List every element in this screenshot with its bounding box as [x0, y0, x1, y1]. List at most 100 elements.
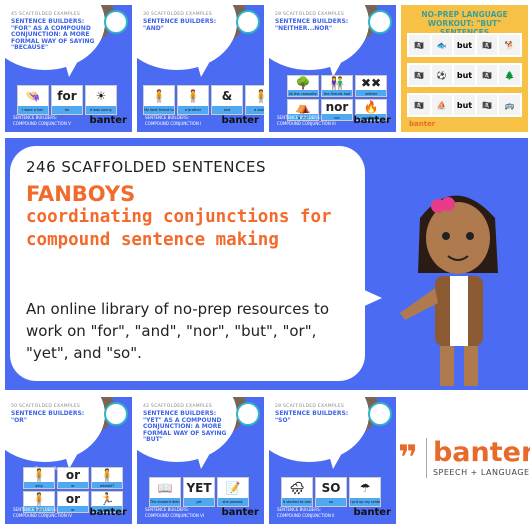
- product-tile[interactable]: 50 SCAFFOLDED EXAMPLES Sentence builders:…: [5, 397, 132, 524]
- product-tile[interactable]: 28 SCAFFOLDED EXAMPLES Sentence builders:…: [269, 5, 396, 132]
- card-caption: whistle?: [92, 482, 122, 488]
- banter-logo: ❞ banter SPEECH + LANGUAGE: [398, 438, 530, 478]
- sentence-card: ✖✖ neither: [355, 75, 387, 97]
- workout-card: ⛵: [431, 95, 453, 115]
- workout-card: 🐕: [499, 35, 520, 55]
- example-count: 28 SCAFFOLDED EXAMPLES: [275, 12, 345, 17]
- example-count: 42 SCAFFOLDED EXAMPLES: [143, 404, 213, 409]
- workout-card: 🏴‍☠: [409, 35, 430, 55]
- card-caption: yet: [184, 498, 214, 506]
- workout-card: 🏴‍☠: [476, 95, 498, 115]
- card-picture: ⛺: [295, 100, 311, 114]
- card-caption: a brother: [178, 106, 208, 114]
- speech-bubble-tail: [65, 63, 77, 77]
- card-picture: 🧍: [151, 89, 167, 103]
- sentence-card: 🧍 a brother: [177, 85, 209, 115]
- tile-footer: Sentence builders: Compound conjunction I…: [13, 507, 72, 519]
- card-picture: 🧍: [31, 468, 47, 482]
- banter-logo: banter: [221, 507, 259, 518]
- banter-logo: banter: [89, 507, 127, 518]
- workout-card: but: [454, 35, 475, 55]
- card-caption: so: [316, 498, 346, 506]
- sentence-card: 🌳 At the campsite: [287, 75, 319, 97]
- sentence-card: & and: [211, 85, 243, 115]
- workout-card: 🏴‍☠: [409, 95, 430, 115]
- speech-bubble-tail: [197, 63, 209, 77]
- workout-row: 🏴‍☠ ⚽ but 🏴‍☠ 🌲: [407, 63, 522, 87]
- workout-card: 🐟: [431, 35, 453, 55]
- workout-brand: banter: [409, 120, 436, 128]
- sentence-card: 🧍 whistle?: [91, 467, 123, 489]
- sentence-cards: 📖The student didn't study for the test,Y…: [149, 477, 249, 507]
- sentence-card: 🧍 a sister.: [245, 85, 264, 115]
- card-caption: My best friend has: [144, 106, 174, 114]
- sentence-card: 🧍 sing: [23, 467, 55, 489]
- tile-footer: Sentence builders: Compound conjunction I…: [277, 507, 334, 519]
- workout-row: 🏴‍☠ 🐟 but 🏴‍☠ 🐕: [407, 33, 522, 57]
- author-logo-icon: [104, 402, 128, 426]
- card-picture: or: [65, 492, 81, 506]
- example-count: 30 SCAFFOLDED EXAMPLES: [143, 12, 213, 17]
- card-caption: neither: [356, 90, 386, 96]
- sentence-card: 📝 she passed.: [217, 477, 249, 507]
- banter-logo: banter: [221, 115, 259, 126]
- card-picture: 👫: [329, 76, 345, 90]
- card-picture: or: [65, 468, 81, 482]
- example-count: 45 SCAFFOLDED EXAMPLES: [11, 12, 81, 17]
- author-logo-icon: [236, 402, 260, 426]
- tile-footer: Sentence builders: Compound conjunction I: [145, 115, 201, 127]
- logo-divider: [425, 438, 427, 478]
- card-picture: 🏃: [99, 492, 115, 506]
- tile-title: Sentence builders: "for" as a compound c…: [11, 18, 95, 51]
- tile-footer: Sentence builders: Compound conjunction I…: [277, 115, 336, 127]
- sentence-card: YET yet: [183, 477, 215, 507]
- description: An online library of no-prep resources t…: [26, 300, 330, 362]
- speech-bubble-tail: [197, 455, 209, 469]
- sentence-card: 🌧 It started to rain: [281, 477, 313, 507]
- workout-card: 🏴‍☠: [409, 65, 430, 85]
- sentence-cards: 👒 I wore a hat. for for ☀ it was sunny.: [17, 85, 117, 115]
- product-tile[interactable]: 28 SCAFFOLDED EXAMPLES Sentence builders:…: [269, 397, 396, 524]
- workout-card: 🌲: [499, 65, 520, 85]
- card-picture: nor: [325, 100, 349, 114]
- card-picture: ☂: [359, 481, 371, 495]
- product-tile[interactable]: 30 SCAFFOLDED EXAMPLES Sentence builders:…: [137, 5, 264, 132]
- card-caption: I put up my umbrella.: [350, 498, 380, 506]
- example-count: 28 SCAFFOLDED EXAMPLES: [275, 404, 345, 409]
- card-picture: ☀: [95, 89, 107, 103]
- card-picture: 🌧: [289, 481, 305, 495]
- card-caption: sing: [24, 482, 54, 488]
- tile-title: Sentence builders: "and": [143, 18, 217, 32]
- sentence-card: ☂ I put up my umbrella.: [349, 477, 381, 507]
- workout-card: but: [454, 95, 475, 115]
- author-logo-icon: [368, 402, 392, 426]
- tile-title: Sentence builders: "so": [275, 410, 349, 424]
- card-picture: ✖✖: [360, 76, 382, 90]
- card-picture: 🔥: [363, 100, 379, 114]
- card-caption: It started to rain: [282, 498, 312, 506]
- sentence-card: for for: [51, 85, 83, 115]
- subheadline: coordinating conjunctions for compound s…: [26, 207, 332, 250]
- product-tile[interactable]: 42 SCAFFOLDED EXAMPLES Sentence builders:…: [137, 397, 264, 524]
- card-picture: 📝: [225, 481, 241, 495]
- speech-bubble-tail: [360, 288, 382, 308]
- card-picture: 🧍: [31, 492, 47, 506]
- sentence-card: 📖 The student didn't study for the test,: [149, 477, 181, 507]
- sentence-cards: 🌧 It started to rain SO so ☂ I put up my umbr…: [281, 477, 381, 507]
- example-count: 50 SCAFFOLDED EXAMPLES: [11, 404, 81, 409]
- footer-line: Compound conjunction IV: [13, 513, 73, 518]
- card-picture: 🧍: [185, 89, 201, 103]
- workout-but-tile[interactable]: NO-PREP LANGUAGE WORKOUT: "BUT" SENTENCE…: [401, 5, 528, 132]
- workout-card: 🏴‍☠: [476, 65, 498, 85]
- tile-title: Sentence builders: "neither...nor": [275, 18, 349, 32]
- card-caption: At the campsite: [288, 90, 318, 96]
- footer-line: Compound conjunction II: [277, 513, 335, 518]
- banter-logo: banter: [353, 115, 391, 126]
- card-picture: 🧍: [253, 89, 264, 103]
- footer-line: Compound conjunction I: [145, 121, 202, 126]
- card-picture: 🌳: [295, 76, 311, 90]
- footer-line: Compound conjunction VI: [145, 513, 205, 518]
- tile-title: Sentence builders: "yet" as a compound c…: [143, 410, 227, 443]
- product-tile[interactable]: 45 SCAFFOLDED EXAMPLES Sentence builders:…: [5, 5, 132, 132]
- banter-logo: banter: [353, 507, 391, 518]
